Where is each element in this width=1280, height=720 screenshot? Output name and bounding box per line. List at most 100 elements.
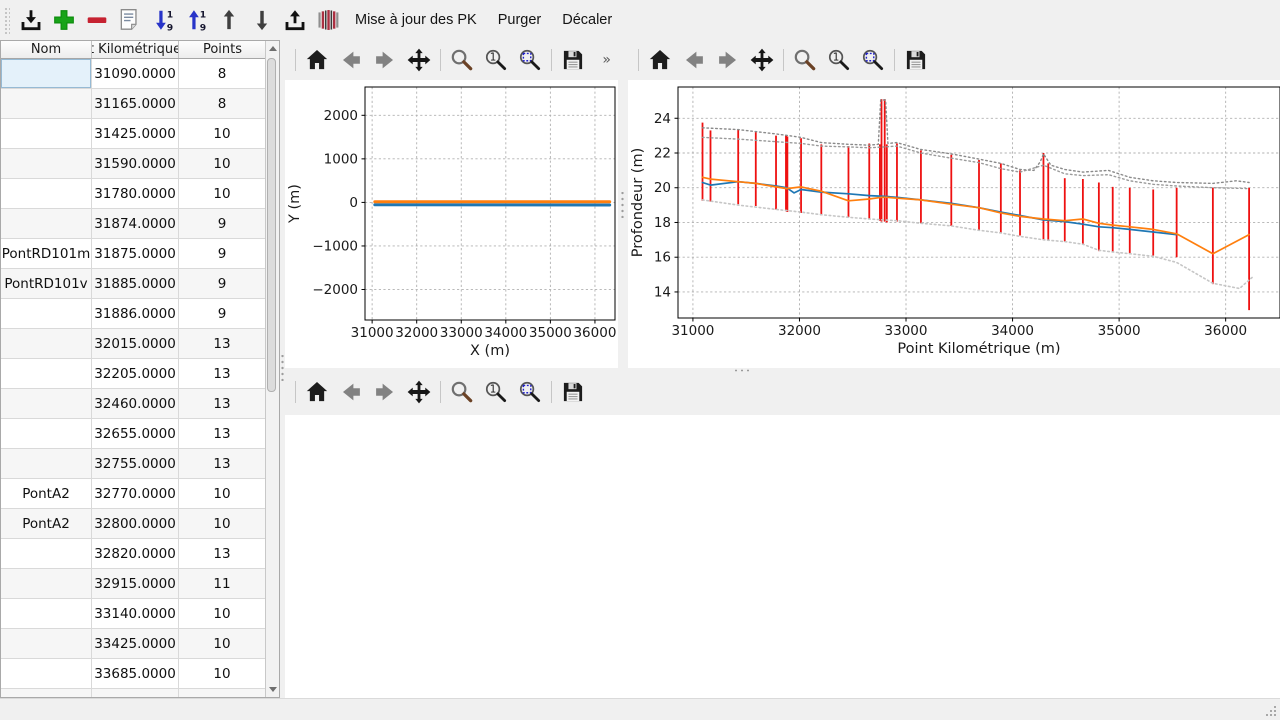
table-cell-pk[interactable]: 32655.0000 (92, 419, 179, 449)
cross-sections-button[interactable] (312, 4, 343, 36)
splitter-handle[interactable] (280, 355, 285, 381)
empty-plot-canvas[interactable] (285, 415, 1280, 698)
home-button[interactable] (302, 45, 332, 75)
table-cell-pk[interactable]: 31165.0000 (92, 89, 179, 119)
table-cell-nom[interactable]: PontA2 (1, 479, 92, 509)
table-scrollbar[interactable] (265, 41, 279, 697)
sort-ascending-button[interactable]: 19 (147, 4, 178, 36)
zoom-one-button[interactable]: 1 (481, 45, 511, 75)
add-section-button[interactable] (48, 4, 79, 36)
zoom-rect-button[interactable] (858, 45, 888, 75)
plan-plot-canvas[interactable]: 310003200033000340003500036000−2000−1000… (285, 80, 618, 368)
table-cell-points[interactable]: 10 (179, 509, 266, 539)
table-cell-nom[interactable]: PontRD101v (1, 269, 92, 299)
table-cell-points[interactable]: 9 (179, 269, 266, 299)
table-cell-pk[interactable]: 32460.0000 (92, 389, 179, 419)
table-cell-points[interactable]: 13 (179, 359, 266, 389)
table-cell-nom[interactable] (1, 599, 92, 629)
table-cell-pk[interactable]: 32820.0000 (92, 539, 179, 569)
back-button[interactable] (679, 45, 709, 75)
table-cell-nom[interactable] (1, 179, 92, 209)
table-cell-points[interactable]: 13 (179, 389, 266, 419)
table-cell-nom[interactable]: PontRD101m (1, 239, 92, 269)
table-cell-pk[interactable]: 32915.0000 (92, 569, 179, 599)
resize-grip[interactable] (1264, 704, 1278, 718)
table-cell-pk[interactable]: 31875.0000 (92, 239, 179, 269)
edit-list-button[interactable] (114, 4, 145, 36)
column-header-nom[interactable]: Nom (1, 41, 92, 58)
table-cell-points[interactable]: 13 (179, 449, 266, 479)
shift-button[interactable]: Décaler (553, 4, 621, 36)
table-cell-pk[interactable]: 32205.0000 (92, 359, 179, 389)
profile-plot-canvas[interactable]: 3100032000330003400035000360001416182022… (628, 80, 1280, 368)
forward-button[interactable] (370, 377, 400, 407)
splitter-handle[interactable] (733, 368, 751, 373)
table-cell-nom[interactable] (1, 629, 92, 659)
zoom-button[interactable] (790, 45, 820, 75)
table-cell-nom[interactable] (1, 89, 92, 119)
zoom-rect-button[interactable] (515, 377, 545, 407)
table-cell-nom[interactable] (1, 419, 92, 449)
table-cell-points[interactable]: 9 (179, 209, 266, 239)
update-pk-button[interactable]: Mise à jour des PK (346, 4, 486, 36)
forward-button[interactable] (713, 45, 743, 75)
table-cell-nom[interactable]: PontA2 (1, 509, 92, 539)
back-button[interactable] (336, 377, 366, 407)
zoom-button[interactable] (447, 377, 477, 407)
table-cell-pk[interactable]: 32015.0000 (92, 329, 179, 359)
forward-button[interactable] (370, 45, 400, 75)
toolbar-drag-handle[interactable] (3, 6, 10, 34)
table-cell-points[interactable]: 10 (179, 179, 266, 209)
table-cell-nom[interactable] (1, 359, 92, 389)
table-cell-points[interactable]: 13 (179, 419, 266, 449)
import-button[interactable] (15, 4, 46, 36)
table-cell-pk[interactable]: 31090.0000 (92, 59, 179, 89)
table-cell-pk[interactable]: 33140.0000 (92, 599, 179, 629)
export-button[interactable] (279, 4, 310, 36)
table-cell-points[interactable]: 10 (179, 119, 266, 149)
table-cell-points[interactable]: 10 (179, 599, 266, 629)
table-cell-nom[interactable] (1, 659, 92, 689)
splitter-handle[interactable] (620, 192, 625, 218)
table-cell-nom[interactable] (1, 539, 92, 569)
column-header-pk[interactable]: t Kilométrique (92, 41, 179, 58)
home-button[interactable] (645, 45, 675, 75)
table-cell-pk[interactable]: 31874.0000 (92, 209, 179, 239)
table-cell-pk[interactable]: 32755.0000 (92, 449, 179, 479)
table-cell-points[interactable]: 8 (179, 59, 266, 89)
table-cell-nom[interactable] (1, 209, 92, 239)
sort-descending-button[interactable]: 19 (180, 4, 211, 36)
table-cell-pk[interactable]: 31886.0000 (92, 299, 179, 329)
table-cell-pk[interactable]: 31885.0000 (92, 269, 179, 299)
zoom-rect-button[interactable] (515, 45, 545, 75)
table-cell-points[interactable]: 11 (179, 569, 266, 599)
zoom-button[interactable] (447, 45, 477, 75)
table-cell-points[interactable]: 9 (179, 239, 266, 269)
toolbar-overflow-button[interactable]: » (602, 52, 611, 68)
table-cell-nom[interactable] (1, 119, 92, 149)
pan-button[interactable] (747, 45, 777, 75)
table-cell-points[interactable]: 13 (179, 539, 266, 569)
save-button[interactable] (558, 45, 588, 75)
scroll-down-button[interactable] (266, 682, 279, 697)
pan-button[interactable] (404, 377, 434, 407)
table-cell-nom[interactable] (1, 449, 92, 479)
zoom-one-button[interactable]: 1 (824, 45, 854, 75)
table-cell-points[interactable]: 8 (179, 89, 266, 119)
table-cell-points[interactable]: 10 (179, 149, 266, 179)
table-cell-nom[interactable] (1, 389, 92, 419)
pan-button[interactable] (404, 45, 434, 75)
table-cell-pk[interactable]: 31780.0000 (92, 179, 179, 209)
table-cell-points[interactable]: 10 (179, 629, 266, 659)
table-cell-points[interactable]: 9 (179, 299, 266, 329)
save-button[interactable] (558, 377, 588, 407)
table-cell-points[interactable]: 10 (179, 479, 266, 509)
table-cell-pk[interactable]: 33425.0000 (92, 629, 179, 659)
save-button[interactable] (901, 45, 931, 75)
scrollbar-thumb[interactable] (267, 58, 276, 392)
back-button[interactable] (336, 45, 366, 75)
table-cell-pk[interactable]: 33685.0000 (92, 659, 179, 689)
table-cell-pk[interactable]: 31590.0000 (92, 149, 179, 179)
scroll-up-button[interactable] (266, 41, 279, 56)
move-down-button[interactable] (246, 4, 277, 36)
